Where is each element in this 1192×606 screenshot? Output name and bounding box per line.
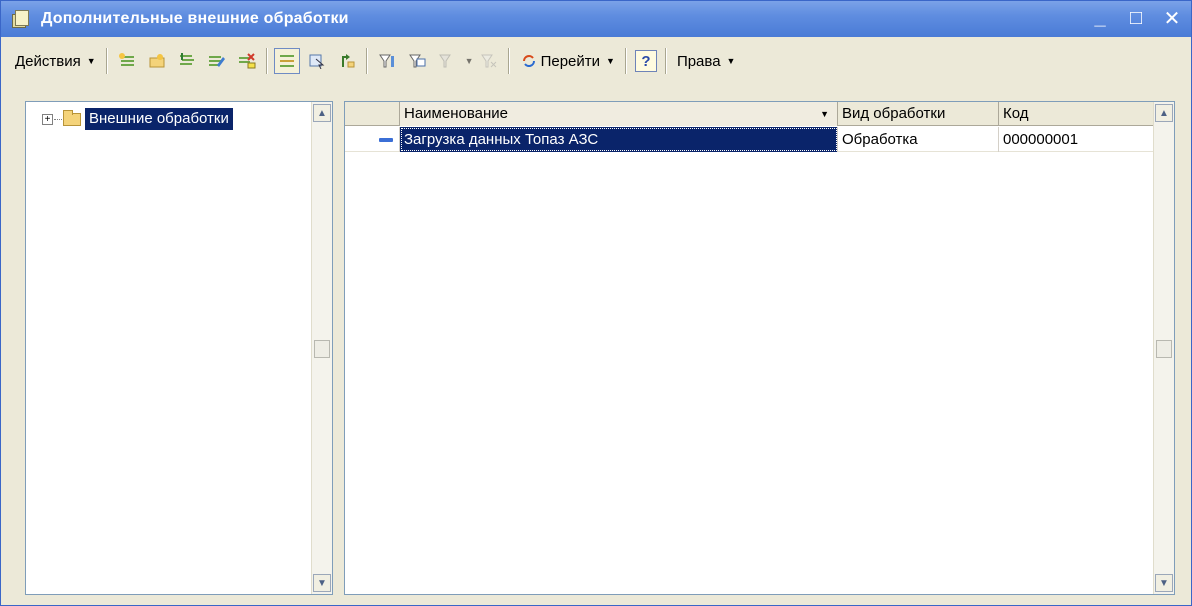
row-marker-cell [345, 127, 400, 152]
grid-header: Наименование ▼ Вид обработки Код [345, 102, 1155, 126]
scroll-thumb[interactable] [314, 340, 330, 358]
toolbar-separator [624, 48, 627, 74]
scroll-up-icon[interactable]: ▲ [1155, 104, 1173, 122]
scroll-down-icon[interactable]: ▼ [1155, 574, 1173, 592]
tree-node-root[interactable]: + Внешние обработки [42, 107, 233, 131]
cell-name[interactable]: Загрузка данных Топаз АЗС [400, 127, 838, 152]
filter-history-icon [434, 48, 460, 74]
cell-code[interactable]: 000000001 [999, 127, 1155, 152]
column-header-name[interactable]: Наименование ▼ [400, 102, 838, 126]
toolbar: Действия ▼ ▼ Перейти ▼ ? Права ▼ [3, 43, 1189, 79]
tree-scrollbar[interactable]: ▲ ▼ [311, 102, 332, 594]
window: Дополнительные внешние обработки _ □ ✕ Д… [0, 0, 1192, 606]
maximize-button[interactable]: □ [1125, 6, 1147, 30]
delete-mark-icon[interactable] [234, 48, 260, 74]
dropdown-arrow-icon: ▼ [464, 56, 474, 66]
column-header-kind[interactable]: Вид обработки [838, 102, 999, 126]
scroll-thumb[interactable] [1156, 340, 1172, 358]
goto-menu[interactable]: Перейти ▼ [514, 47, 621, 75]
toolbar-separator [365, 48, 368, 74]
refresh-icon [522, 55, 535, 67]
rights-menu[interactable]: Права ▼ [671, 47, 742, 75]
expand-icon[interactable]: + [42, 113, 53, 125]
goto-menu-label: Перейти [540, 52, 601, 70]
actions-menu[interactable]: Действия ▼ [9, 47, 102, 75]
minimize-button[interactable]: _ [1089, 6, 1111, 30]
cell-kind[interactable]: Обработка [838, 127, 999, 152]
items-grid-panel[interactable]: Наименование ▼ Вид обработки Код Загрузк… [344, 101, 1175, 595]
close-button[interactable]: ✕ [1161, 6, 1183, 30]
column-header-name-label: Наименование [404, 105, 508, 122]
window-title: Дополнительные внешние обработки [41, 10, 349, 27]
toolbar-separator [664, 48, 667, 74]
dropdown-arrow-icon: ▼ [726, 56, 736, 66]
copy-item-icon[interactable] [174, 48, 200, 74]
edit-item-icon[interactable] [204, 48, 230, 74]
toolbar-separator [507, 48, 510, 74]
window-controls: _ □ ✕ [1089, 6, 1183, 30]
tree-node-label[interactable]: Внешние обработки [85, 108, 233, 130]
dropdown-arrow-icon: ▼ [86, 56, 96, 66]
help-icon: ? [634, 50, 657, 72]
clear-filter-icon [476, 48, 502, 74]
title-bar[interactable]: Дополнительные внешние обработки _ □ ✕ [1, 1, 1191, 37]
add-group-icon[interactable] [144, 48, 170, 74]
help-button[interactable]: ? [633, 48, 659, 74]
table-row[interactable]: Загрузка данных Топаз АЗС Обработка 0000… [345, 127, 1155, 152]
sort-arrow-icon: ▼ [820, 109, 829, 119]
grid-header-marker [345, 102, 400, 126]
column-header-code[interactable]: Код [999, 102, 1155, 126]
filter-icon[interactable] [374, 48, 400, 74]
item-marker-icon [379, 138, 393, 142]
filter-by-value-icon[interactable] [404, 48, 430, 74]
hierarchy-view-icon[interactable] [273, 48, 300, 74]
rights-menu-label: Права [676, 52, 721, 70]
dropdown-arrow-icon: ▼ [606, 56, 615, 66]
groups-tree-panel[interactable]: + Внешние обработки ▲ ▼ [25, 101, 333, 595]
toolbar-separator [265, 48, 268, 74]
processing-window-icon [11, 8, 33, 30]
toolbar-separator [105, 48, 108, 74]
tree-connector [54, 118, 62, 120]
scroll-down-icon[interactable]: ▼ [313, 574, 331, 592]
grid-scrollbar[interactable]: ▲ ▼ [1153, 102, 1174, 594]
hierarchy-move-icon[interactable] [304, 48, 330, 74]
add-item-icon[interactable] [114, 48, 140, 74]
scroll-up-icon[interactable]: ▲ [313, 104, 331, 122]
actions-menu-label: Действия [15, 52, 81, 70]
folder-icon [63, 109, 81, 126]
go-up-level-icon[interactable] [334, 48, 360, 74]
